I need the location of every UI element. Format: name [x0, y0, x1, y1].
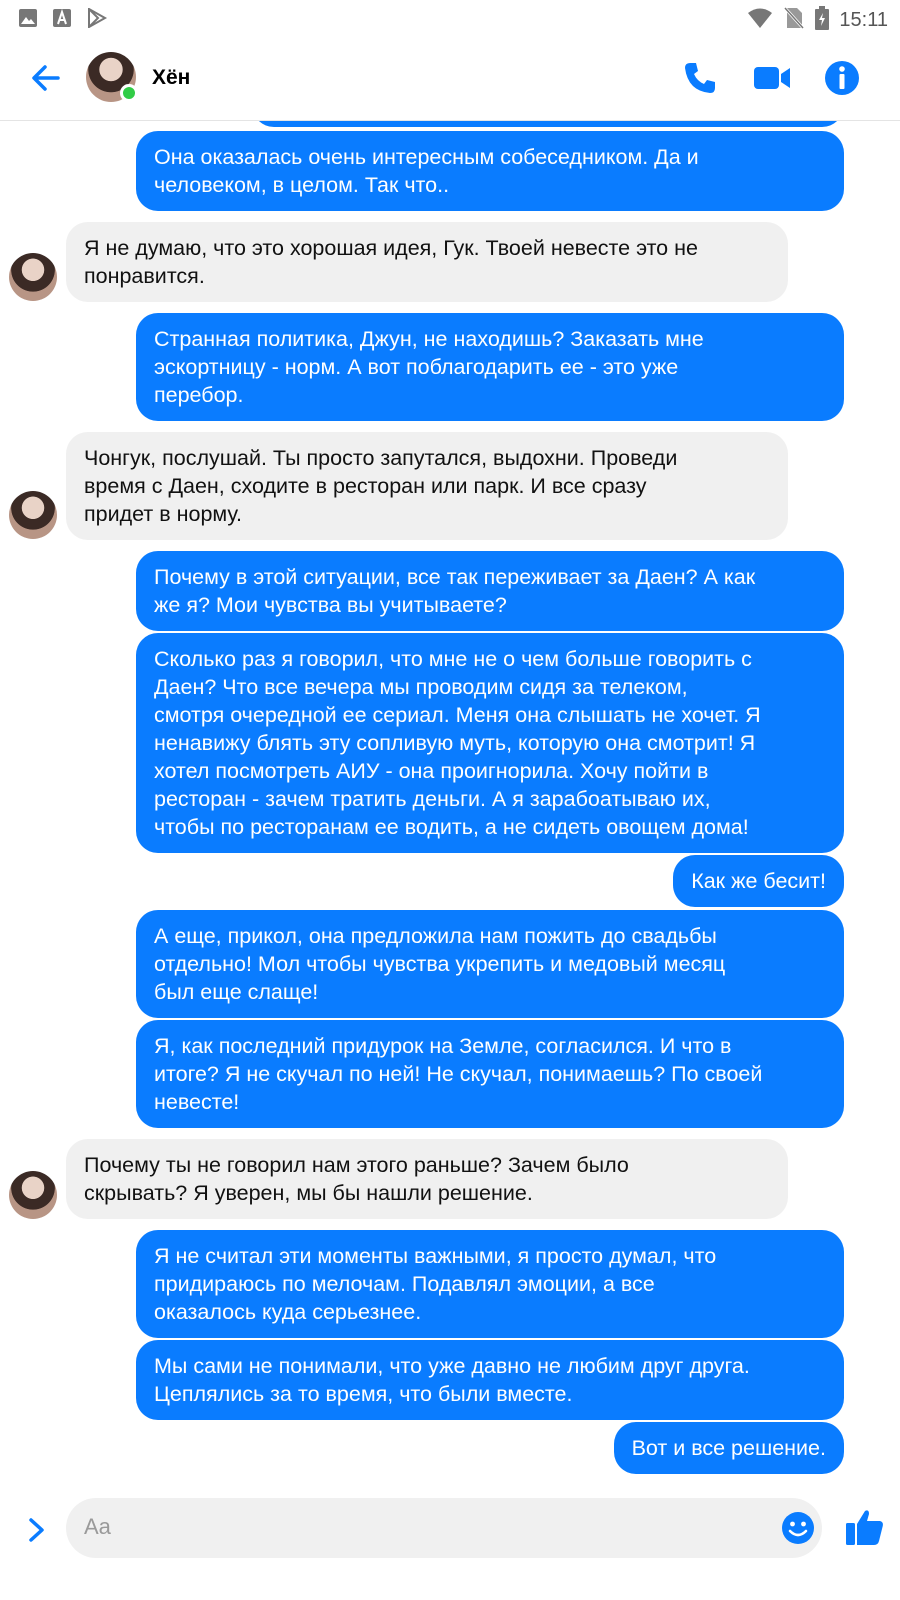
back-arrow-icon: [32, 65, 60, 91]
message-bubble-partial: [252, 121, 844, 127]
sender-avatar[interactable]: [9, 1171, 57, 1219]
emoji-button[interactable]: [780, 1510, 816, 1546]
status-time: 15:11: [839, 9, 888, 31]
message-in[interactable]: Я не думаю, что это хорошая идея, Гук. Т…: [66, 222, 788, 302]
contact-name[interactable]: Хён: [152, 66, 190, 90]
message-out[interactable]: Сколько раз я говорил, что мне не о чем …: [136, 633, 844, 853]
conversation-header: Хён: [0, 36, 900, 121]
message-out[interactable]: Почему в этой ситуации, все так пережива…: [136, 551, 844, 631]
wifi-icon: [747, 7, 773, 34]
image-icon: [18, 8, 38, 33]
message-out[interactable]: Она оказалась очень интересным собеседни…: [136, 131, 844, 211]
a-icon: [52, 8, 72, 33]
status-bar: 15:11: [0, 0, 900, 36]
info-icon: [825, 61, 859, 95]
play-store-icon: [86, 7, 108, 33]
composer-bar: Aa: [0, 1490, 900, 1600]
message-out[interactable]: Мы сами не понимали, что уже давно не лю…: [136, 1340, 844, 1420]
message-in[interactable]: Чонгук, послушай. Ты просто запутался, в…: [66, 432, 788, 540]
video-call-button[interactable]: [752, 58, 792, 98]
message-out[interactable]: А еще, прикол, она предложила нам пожить…: [136, 910, 844, 1018]
message-list[interactable]: Она оказалась очень интересным собеседни…: [0, 121, 900, 1491]
info-button[interactable]: [822, 58, 862, 98]
call-button[interactable]: [680, 58, 720, 98]
phone-icon: [685, 63, 715, 93]
message-input[interactable]: Aa: [66, 1498, 822, 1558]
back-button[interactable]: [26, 58, 66, 98]
online-indicator: [120, 84, 138, 102]
thumbs-up-icon: [846, 1510, 883, 1545]
message-out[interactable]: Вот и все решение.: [613, 1422, 844, 1474]
chevron-right-icon: [29, 1518, 44, 1542]
emoji-icon: [782, 1512, 814, 1544]
message-out[interactable]: Я не считал эти моменты важными, я прост…: [136, 1230, 844, 1338]
message-out[interactable]: Как же бесит!: [673, 855, 844, 907]
more-actions-button[interactable]: [22, 1510, 52, 1550]
no-sim-icon: [783, 6, 805, 35]
sender-avatar[interactable]: [9, 253, 57, 301]
battery-icon: [815, 6, 830, 35]
sender-avatar[interactable]: [9, 491, 57, 539]
message-out[interactable]: Я, как последний придурок на Земле, согл…: [136, 1020, 844, 1128]
video-icon: [754, 67, 790, 89]
like-button[interactable]: [844, 1506, 886, 1548]
message-in[interactable]: Почему ты не говорил нам этого раньше? З…: [66, 1139, 788, 1219]
contact-avatar[interactable]: [86, 52, 138, 102]
message-out[interactable]: Странная политика, Джун, не находишь? За…: [136, 313, 844, 421]
